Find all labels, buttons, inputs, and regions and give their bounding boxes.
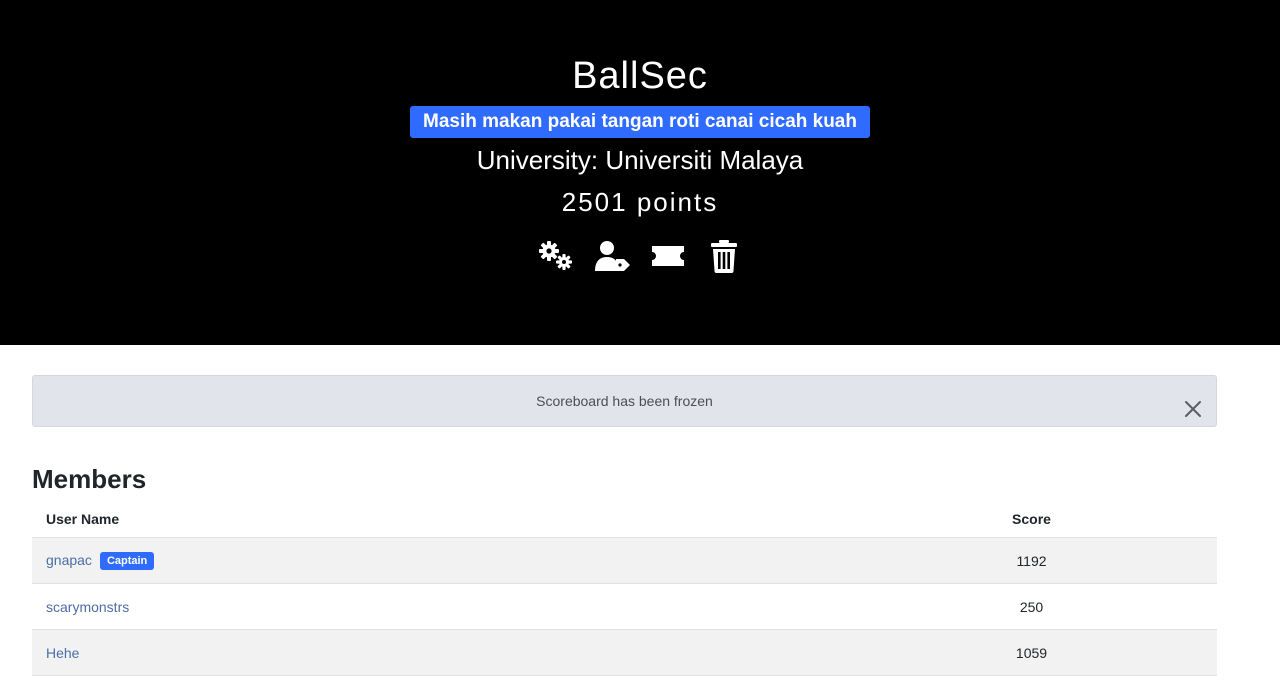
column-header-score: Score: [1012, 510, 1051, 527]
member-score: 1059: [1015, 644, 1048, 661]
member-score: 250: [1019, 598, 1044, 615]
affiliation-badge: Masih makan pakai tangan roti canai cica…: [410, 106, 870, 138]
member-link[interactable]: gnapac: [46, 552, 92, 568]
user-tag-icon[interactable]: [593, 238, 631, 274]
scoreboard-frozen-alert: Scoreboard has been frozen: [32, 375, 1217, 427]
table-row: scarymonstrs 250: [32, 584, 1217, 630]
members-table: User Name Score gnapac Captain 1192 scary…: [32, 500, 1217, 676]
member-score: 1192: [1016, 552, 1047, 569]
ticket-icon[interactable]: [649, 238, 687, 274]
alert-message: Scoreboard has been frozen: [536, 393, 713, 409]
captain-badge: Captain: [99, 551, 155, 570]
team-points: 2501 points: [561, 187, 719, 217]
member-name-cell: Hehe: [32, 645, 846, 661]
table-row: Hehe 1059: [32, 630, 1217, 676]
team-name: BallSec: [572, 55, 708, 97]
team-header: BallSec Masih makan pakai tangan roti ca…: [0, 0, 1280, 345]
gears-icon[interactable]: [537, 238, 575, 274]
member-name-cell: gnapac Captain: [32, 551, 846, 570]
close-icon[interactable]: [1182, 390, 1204, 417]
affiliation-wrap: Masih makan pakai tangan roti canai cica…: [0, 106, 1280, 138]
table-header: User Name Score: [32, 500, 1217, 538]
member-name-cell: scarymonstrs: [32, 599, 846, 615]
column-header-username: User Name: [46, 510, 120, 527]
team-action-bar: [0, 238, 1280, 274]
member-link[interactable]: scarymonstrs: [46, 599, 129, 615]
member-link[interactable]: Hehe: [46, 645, 79, 661]
university-label: University: Universiti Malaya: [476, 145, 804, 175]
table-row: gnapac Captain 1192: [32, 538, 1217, 584]
trash-icon[interactable]: [705, 238, 743, 274]
members-heading: Members: [32, 464, 147, 494]
